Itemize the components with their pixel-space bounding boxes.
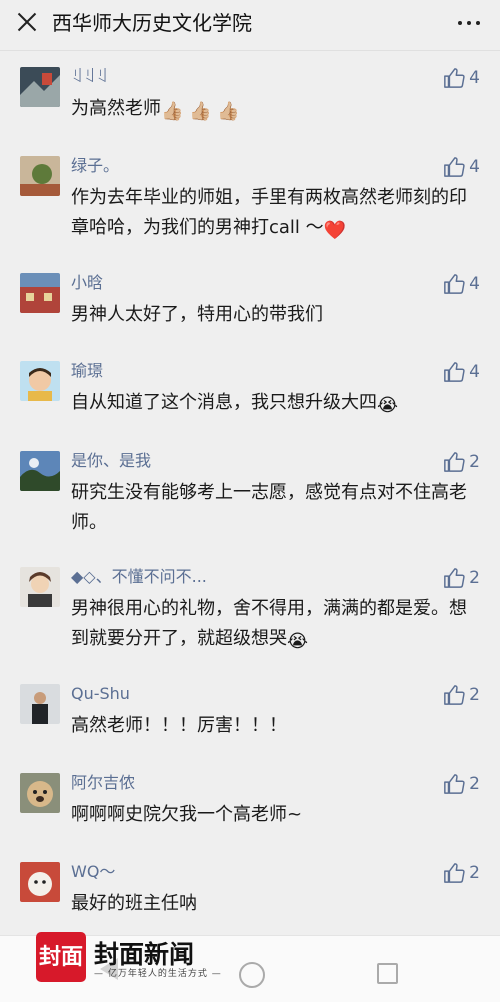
- like-count: 2: [469, 568, 480, 588]
- commenter-name: ◆◇、不懂不问不...: [71, 567, 207, 586]
- like-count: 4: [469, 68, 480, 88]
- comment-text: 为高然老师👍🏼 👍🏼 👍🏼: [71, 94, 471, 127]
- thumbs-up-icon: [444, 362, 465, 382]
- crying-emoji: 😭: [287, 631, 309, 652]
- avatar[interactable]: [20, 773, 60, 813]
- thumbs-up-icon: [444, 568, 465, 588]
- avatar[interactable]: [20, 156, 60, 196]
- thumbs-up-icon: [444, 685, 465, 705]
- thumbs-emoji: 👍🏼 👍🏼 👍🏼: [161, 101, 240, 122]
- comment-text: 啊啊啊史院欠我一个高老师~: [71, 804, 303, 825]
- comment-text: 研究生没有能够考上一志愿，感觉有点对不住高老师。: [71, 482, 467, 533]
- recent-apps-icon[interactable]: [377, 963, 398, 984]
- comment-text: 作为去年毕业的师姐，手里有两枚高然老师刻的印章哈哈，为我们的男神打call ～❤…: [71, 183, 471, 246]
- like-count: 4: [469, 157, 480, 177]
- thumbs-up-icon: [444, 68, 465, 88]
- comment-text: 最好的班主任呐: [71, 893, 197, 914]
- like-button[interactable]: 2: [443, 567, 480, 589]
- comment-text: 男神很用心的礼物，舍不得用，满满的都是爱。想到就要分开了，就超级想哭😭: [71, 594, 471, 657]
- thumbs-up-icon: [444, 774, 465, 794]
- more-dots-icon[interactable]: [456, 16, 482, 30]
- close-icon[interactable]: [14, 10, 40, 36]
- avatar[interactable]: [20, 67, 60, 107]
- top-bar: 西华师大历史文化学院: [0, 0, 500, 51]
- commenter-name: 阿尔吉侬: [71, 773, 136, 792]
- like-button[interactable]: 2: [443, 451, 480, 473]
- comment-text: 自从知道了这个消息，我只想升级大四😭: [71, 388, 471, 421]
- avatar[interactable]: [20, 567, 60, 607]
- commenter-name: 小晗: [71, 273, 104, 292]
- thumbs-up-icon: [444, 452, 465, 472]
- commenter-name: 是你、是我: [71, 451, 152, 470]
- like-button[interactable]: 4: [443, 361, 480, 383]
- bottom-bar: 封面 封面新闻 — 亿万年轻人的生活方式 —: [0, 932, 500, 1002]
- commenter-name: 绿子。: [71, 156, 120, 175]
- like-button[interactable]: 4: [443, 156, 480, 178]
- page-title: 西华师大历史文化学院: [52, 11, 252, 35]
- avatar[interactable]: [20, 361, 60, 401]
- comment-text: 男神人太好了，特用心的带我们: [71, 304, 323, 325]
- like-button[interactable]: 2: [443, 684, 480, 706]
- like-button[interactable]: 4: [443, 67, 480, 89]
- like-button[interactable]: 2: [443, 862, 480, 884]
- heart-emoji: ❤️: [323, 220, 347, 241]
- like-count: 4: [469, 362, 480, 382]
- like-count: 2: [469, 685, 480, 705]
- like-count: 2: [469, 452, 480, 472]
- thumbs-up-icon: [444, 157, 465, 177]
- commenter-name: Qu-Shu: [71, 684, 130, 703]
- commenter-name: WQ～: [71, 862, 116, 881]
- avatar[interactable]: [20, 451, 60, 491]
- avatar[interactable]: [20, 862, 60, 902]
- like-count: 2: [469, 774, 480, 794]
- crying-emoji: 😭: [377, 395, 399, 416]
- thumbs-up-icon: [444, 863, 465, 883]
- commenter-name: 瑜璟: [71, 361, 104, 380]
- like-count: 4: [469, 274, 480, 294]
- like-button[interactable]: 4: [443, 273, 480, 295]
- avatar[interactable]: [20, 273, 60, 313]
- avatar[interactable]: [20, 684, 60, 724]
- comment-text: 高然老师！！！厉害！！！: [71, 715, 287, 736]
- thumbs-up-icon: [444, 274, 465, 294]
- commenter-name: ꆹꆹꆹ: [71, 67, 109, 86]
- logo-icon: 封面: [36, 932, 86, 982]
- home-nav-icon[interactable]: [239, 962, 265, 988]
- like-button[interactable]: 2: [443, 773, 480, 795]
- like-count: 2: [469, 863, 480, 883]
- brand-slogan: — 亿万年轻人的生活方式 —: [94, 969, 222, 979]
